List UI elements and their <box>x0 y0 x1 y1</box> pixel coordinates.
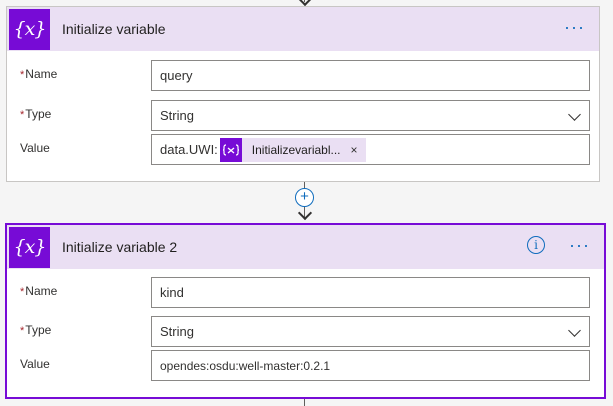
type-dropdown[interactable]: String <box>151 316 590 347</box>
chevron-down-icon[interactable] <box>568 324 581 337</box>
variable-icon: {x} <box>9 8 50 50</box>
type-dropdown-value: String <box>160 108 194 123</box>
connector-line-bottom <box>304 399 305 406</box>
required-marker: * <box>20 325 25 337</box>
token-label: Initializevariabl... <box>251 142 341 157</box>
chevron-down-icon[interactable] <box>568 108 581 121</box>
action-card-initialize-variable[interactable]: {x} Initialize variable ··· *Name query … <box>6 6 600 182</box>
type-dropdown-value: String <box>160 324 194 339</box>
card-title[interactable]: Initialize variable <box>62 21 166 37</box>
name-row: *Name query <box>7 60 599 92</box>
name-label: *Name <box>20 67 58 81</box>
token-remove-button[interactable]: × <box>347 143 366 157</box>
dynamic-content-token[interactable]: Initializevariabl... × <box>219 137 366 162</box>
name-label: *Name <box>20 284 58 298</box>
type-dropdown[interactable]: String <box>151 100 590 131</box>
value-label: Value <box>20 357 50 371</box>
required-marker: * <box>20 69 25 81</box>
more-options-button[interactable]: ··· <box>564 18 585 36</box>
info-icon[interactable]: i <box>527 236 545 254</box>
action-card-initialize-variable-2[interactable]: {x} Initialize variable 2 i ··· *Name ki… <box>5 223 606 399</box>
card-header[interactable]: {x} Initialize variable 2 i ··· <box>7 225 604 269</box>
type-row: *Type String <box>7 316 604 348</box>
arrow-down-icon <box>297 205 313 221</box>
value-input[interactable]: data.UWI: Initializevariabl... × <box>151 134 590 165</box>
value-row: Value opendes:osdu:well-master:0.2.1 <box>7 350 604 382</box>
required-marker: * <box>20 109 25 121</box>
name-input[interactable]: kind <box>151 277 590 308</box>
value-label: Value <box>20 141 50 155</box>
value-input[interactable]: opendes:osdu:well-master:0.2.1 <box>151 350 590 381</box>
add-action-button[interactable]: + <box>295 188 314 207</box>
variable-token-icon <box>219 137 242 162</box>
name-row: *Name kind <box>7 277 604 309</box>
card-header[interactable]: {x} Initialize variable ··· <box>7 7 599 51</box>
name-input[interactable]: query <box>151 60 590 91</box>
required-marker: * <box>20 286 25 298</box>
value-row: Value data.UWI: Initializevariabl... × <box>7 134 599 166</box>
variable-icon: {x} <box>9 226 50 268</box>
value-prefix-text: data.UWI: <box>160 142 218 157</box>
more-options-button[interactable]: ··· <box>569 236 590 254</box>
type-label: *Type <box>20 323 52 337</box>
card-title[interactable]: Initialize variable 2 <box>62 239 177 255</box>
type-label: *Type <box>20 107 52 121</box>
type-row: *Type String <box>7 100 599 132</box>
